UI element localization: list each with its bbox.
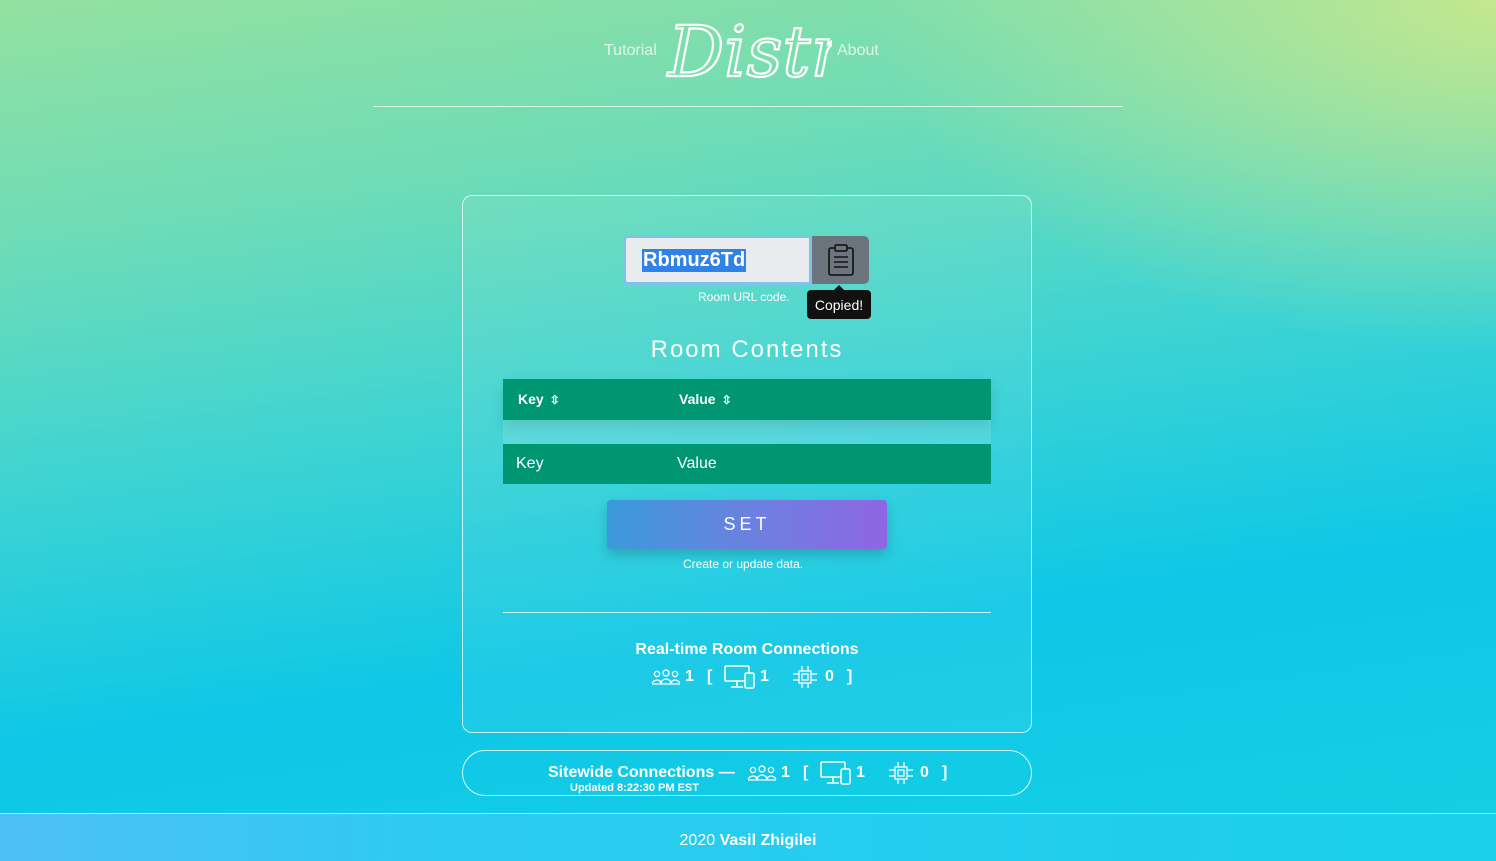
users-icon — [747, 765, 777, 781]
sitewide-users-count: 1 — [781, 764, 790, 781]
entry-input-row — [503, 444, 991, 484]
room-devices-count: 1 — [760, 668, 769, 685]
room-code-hint: Room URL code. — [698, 290, 790, 304]
sort-icon: ⇳ — [549, 393, 560, 407]
contents-table-body — [503, 420, 991, 444]
card-divider — [503, 612, 991, 613]
room-code-value: Rbmuz6Td — [642, 248, 747, 272]
distri-logo[interactable]: Distri — [664, 10, 868, 94]
room-connections-title: Real-time Room Connections — [635, 641, 859, 658]
footer-author: Vasil Zhigilei — [719, 832, 817, 849]
users-icon — [651, 669, 681, 685]
copy-code-button[interactable] — [812, 236, 869, 284]
room-bots-count: 0 — [825, 668, 834, 685]
footer-divider — [0, 813, 1496, 814]
set-hint: Create or update data. — [683, 557, 804, 571]
room-code-input[interactable]: Rbmuz6Td — [623, 235, 812, 285]
close-bracket: ] — [942, 764, 948, 781]
distri-logo-art: Distri — [665, 10, 868, 94]
room-contents-title: Room Contents — [650, 336, 844, 363]
clipboard-icon — [827, 244, 854, 276]
column-key-label: Key — [518, 391, 544, 407]
contents-table-header: Key ⇳ Value ⇳ — [503, 379, 991, 420]
sitewide-bots-count: 0 — [920, 764, 929, 781]
nav-tutorial-link[interactable]: Tutorial — [604, 42, 657, 60]
sitewide-title: Sitewide Connections — — [548, 764, 735, 781]
header-divider — [373, 106, 1123, 107]
bot-chip-icon — [889, 762, 913, 784]
sort-icon: ⇳ — [721, 393, 732, 407]
close-bracket: ] — [847, 668, 853, 685]
bot-chip-icon — [793, 666, 817, 688]
logo-text: Distri — [666, 12, 832, 88]
copied-tooltip: Copied! — [807, 285, 871, 319]
set-button[interactable]: SET — [607, 500, 887, 549]
devices-icon — [820, 761, 851, 785]
key-input[interactable] — [516, 444, 666, 484]
column-value-header[interactable]: Value ⇳ — [679, 391, 732, 407]
nav-about-link[interactable]: About — [837, 42, 879, 60]
column-value-label: Value — [679, 391, 716, 407]
footer-credit: 2020 Vasil Zhigilei — [0, 832, 1496, 850]
open-bracket: [ — [803, 764, 809, 781]
sitewide-updated: Updated 8:22:30 PM EST — [570, 782, 699, 794]
footer-year: 2020 — [679, 832, 716, 849]
value-input[interactable] — [677, 444, 977, 484]
room-users-count: 1 — [685, 668, 694, 685]
devices-icon — [724, 665, 755, 689]
sitewide-devices-count: 1 — [856, 764, 865, 781]
open-bracket: [ — [707, 668, 713, 685]
column-key-header[interactable]: Key ⇳ — [518, 391, 560, 407]
